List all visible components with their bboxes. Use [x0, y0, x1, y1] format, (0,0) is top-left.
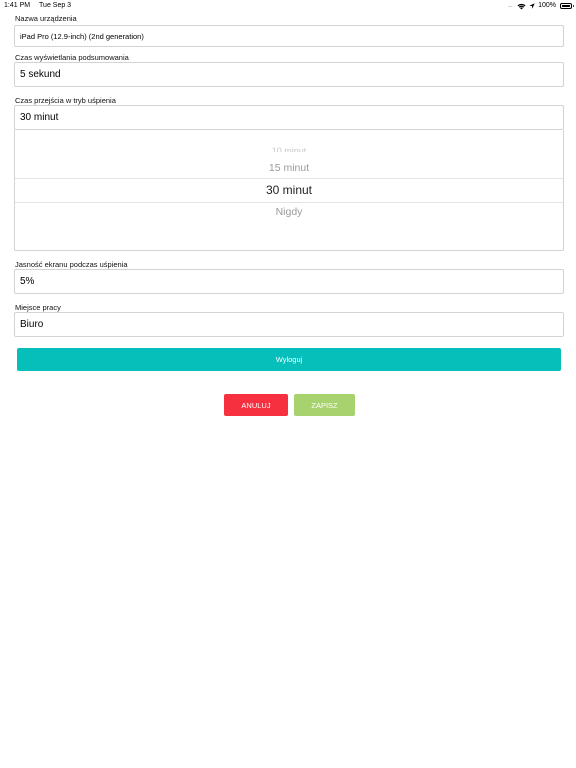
picker-option-selected[interactable]: 30 minut — [15, 183, 563, 197]
status-left: 1:41 PM Tue Sep 3 — [4, 0, 71, 12]
device-name-value: iPad Pro (12.9-inch) (2nd generation) — [20, 31, 144, 41]
battery-icon — [560, 3, 574, 9]
picker-option[interactable]: 10 minut — [15, 144, 563, 152]
logout-button[interactable]: Wyloguj — [17, 348, 561, 371]
device-name-field[interactable]: iPad Pro (12.9-inch) (2nd generation) — [14, 25, 564, 47]
cancel-button[interactable]: ANULUJ — [224, 394, 288, 416]
sleep-brightness-value: 5% — [20, 276, 35, 287]
picker-selection-top-line — [15, 178, 563, 179]
picker-selection-bottom-line — [15, 202, 563, 203]
summary-time-field[interactable]: 5 sekund — [14, 62, 564, 87]
signal-indicator: ..... — [507, 3, 513, 9]
workplace-value: Biuro — [20, 319, 44, 330]
sleep-time-label: Czas przejścia w tryb uśpienia — [15, 96, 116, 105]
summary-time-label: Czas wyświetlania podsumowania — [15, 53, 129, 62]
sleep-time-value: 30 minut — [20, 112, 59, 123]
picker-option[interactable]: 15 minut — [15, 162, 563, 174]
status-bar: 1:41 PM Tue Sep 3 ..... 100% — [0, 0, 576, 12]
picker-option[interactable]: Nigdy — [15, 206, 563, 218]
sleep-brightness-label: Jasność ekranu podczas uśpienia — [15, 260, 128, 269]
status-time: 1:41 PM — [4, 2, 31, 9]
battery-percent: 100% — [538, 2, 556, 9]
wifi-icon — [517, 3, 526, 10]
workplace-label: Miejsce pracy — [15, 303, 61, 312]
location-icon — [529, 3, 535, 9]
sleep-brightness-field[interactable]: 5% — [14, 269, 564, 294]
sleep-time-field[interactable]: 30 minut — [14, 105, 564, 130]
summary-time-value: 5 sekund — [20, 69, 61, 80]
workplace-field[interactable]: Biuro — [14, 312, 564, 337]
status-date: Tue Sep 3 — [39, 2, 72, 9]
save-button[interactable]: ZAPISZ — [294, 394, 355, 416]
sleep-time-picker[interactable]: 10 minut 15 minut 30 minut Nigdy — [14, 130, 564, 251]
status-right: ..... 100% — [507, 0, 574, 12]
device-name-label: Nazwa urządzenia — [15, 14, 77, 23]
